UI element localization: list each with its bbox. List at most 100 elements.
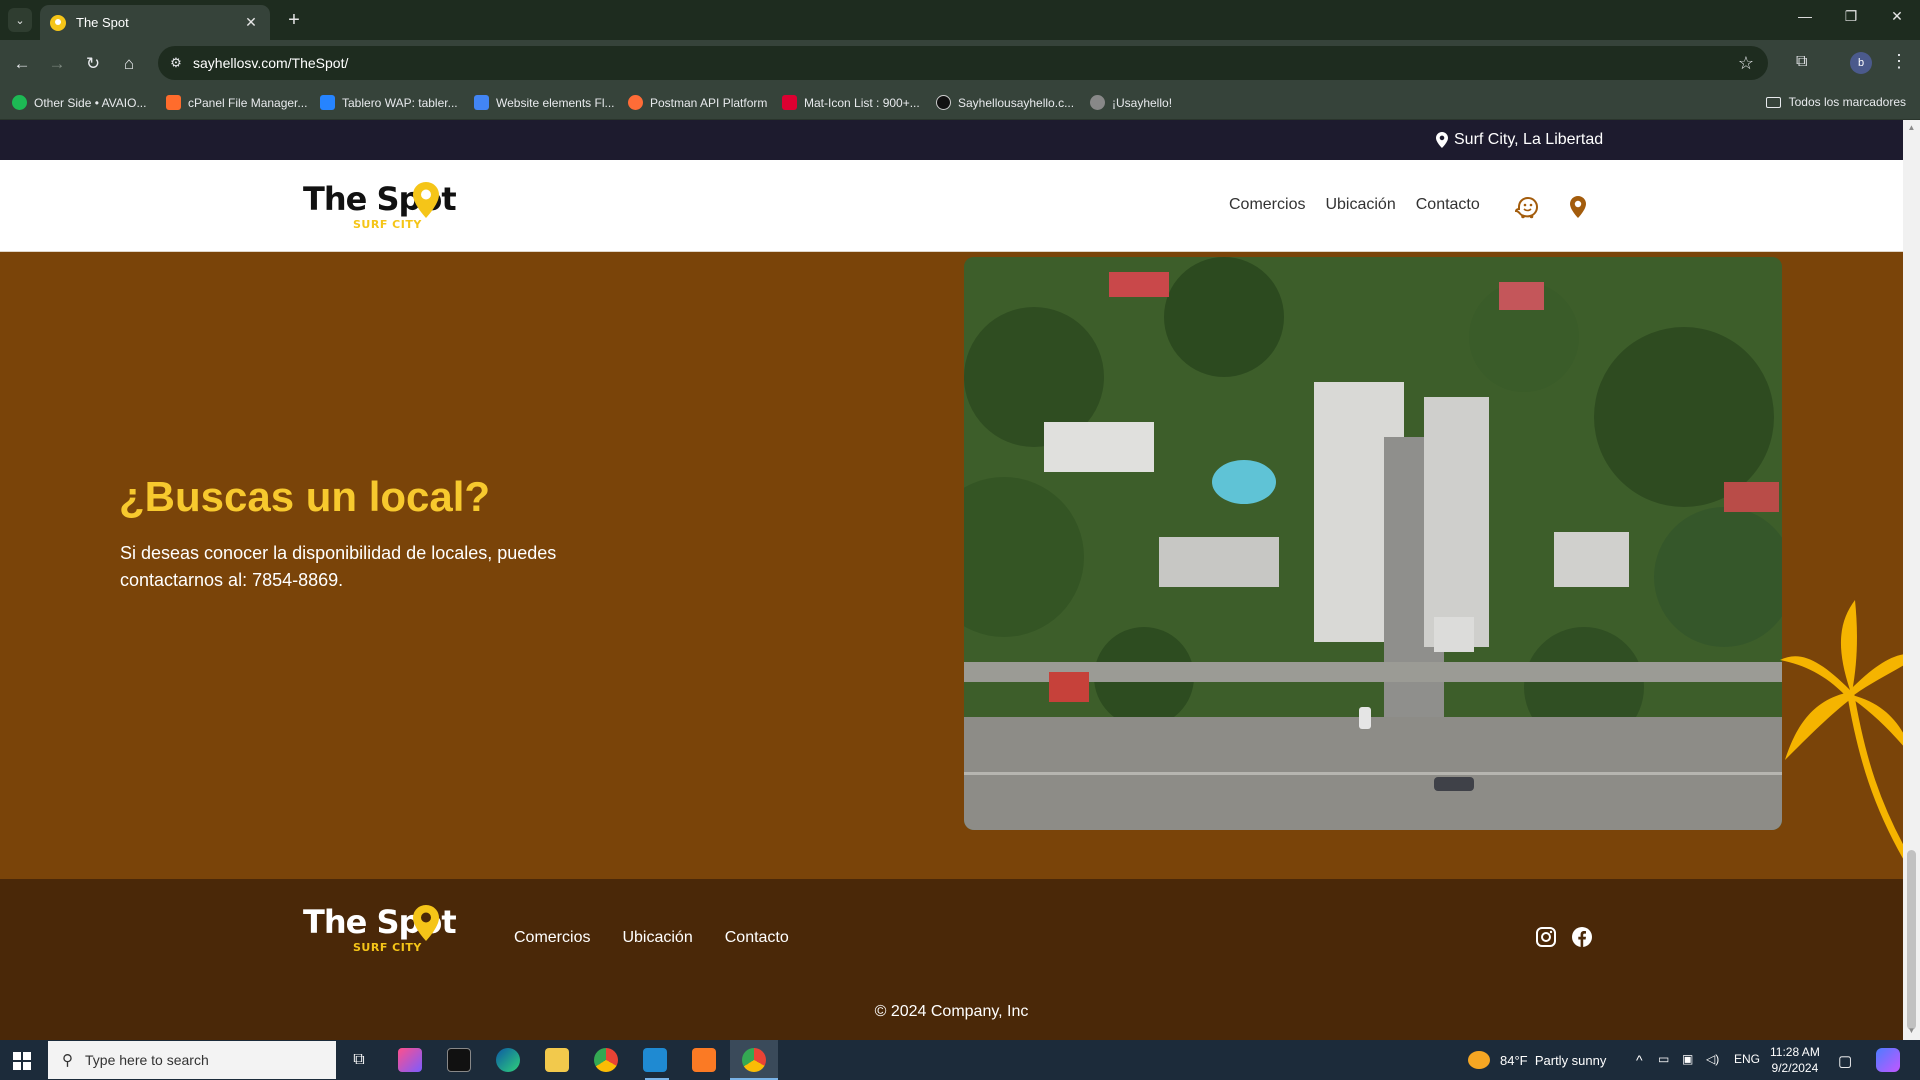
footer-nav-contacto[interactable]: Contacto xyxy=(725,929,789,947)
location-pin-icon[interactable] xyxy=(1565,194,1591,220)
header-nav: Comercios Ubicación Contacto xyxy=(1229,196,1500,214)
spotify-icon xyxy=(12,95,27,110)
taskbar-clock[interactable]: 11:28 AM 9/2/2024 xyxy=(1770,1044,1820,1076)
notifications-icon[interactable]: ▢ xyxy=(1838,1052,1852,1070)
tray-overflow-icon[interactable]: ^ xyxy=(1636,1052,1643,1068)
bookmark-item[interactable]: Tablero WAP: tabler... xyxy=(320,95,458,110)
logo-subtitle: SURF CITY xyxy=(353,218,422,231)
close-window-icon[interactable]: ✕ xyxy=(1882,8,1912,25)
app-icon[interactable] xyxy=(398,1048,422,1072)
bookmark-label: Other Side • AVAIO... xyxy=(34,95,147,110)
topbar-location[interactable]: Surf City, La Libertad xyxy=(1436,131,1603,149)
extensions-icon[interactable]: ⧉ xyxy=(1796,53,1807,71)
map-pin-icon xyxy=(1436,132,1448,148)
sayhello-icon xyxy=(936,95,951,110)
nav-contacto[interactable]: Contacto xyxy=(1416,196,1480,214)
vscode-icon[interactable] xyxy=(643,1048,667,1072)
bookmark-star-icon[interactable]: ☆ xyxy=(1738,53,1754,74)
site-header: The Spot SURF CITY Comercios Ubicación C… xyxy=(0,160,1903,252)
bookmark-item[interactable]: Website elements Fl... xyxy=(474,95,615,110)
scroll-up-icon[interactable]: ▲ xyxy=(1907,123,1916,132)
footer-logo[interactable]: The Spot SURF CITY xyxy=(303,903,463,959)
instagram-icon[interactable] xyxy=(1535,926,1557,948)
reload-icon[interactable]: ↻ xyxy=(81,52,105,76)
bookmark-label: Tablero WAP: tabler... xyxy=(342,95,458,110)
jira-icon xyxy=(320,95,335,110)
browser-menu-icon[interactable]: ⋮ xyxy=(1890,51,1908,72)
aerial-photo-illustration xyxy=(964,257,1782,830)
bookmark-label: ¡Usayhello! xyxy=(1112,95,1173,110)
facebook-icon[interactable] xyxy=(1571,926,1593,948)
task-view-icon[interactable]: ⧉ xyxy=(347,1048,371,1072)
browser-tab-the-spot[interactable]: The Spot ✕ xyxy=(40,5,270,40)
location-topbar: Surf City, La Libertad xyxy=(0,120,1903,160)
pin-favicon-icon xyxy=(50,14,66,31)
back-icon[interactable]: ← xyxy=(10,52,34,76)
search-icon: ⚲ xyxy=(62,1052,73,1069)
restore-icon[interactable]: ❐ xyxy=(1836,8,1866,25)
bookmark-label: Mat-Icon List : 900+... xyxy=(804,95,920,110)
bookmark-label: Website elements Fl... xyxy=(496,95,615,110)
site-info-icon[interactable]: ⚙ xyxy=(168,55,184,71)
weather-temp: 84°F xyxy=(1500,1052,1528,1068)
bookmark-item[interactable]: Postman API Platform xyxy=(628,95,767,110)
weather-text: Partly sunny xyxy=(1534,1052,1607,1068)
address-bar[interactable]: ⚙ sayhellosv.com/TheSpot/ ☆ xyxy=(158,46,1768,80)
new-tab-button[interactable]: + xyxy=(282,8,306,32)
xampp-icon[interactable] xyxy=(692,1048,716,1072)
windows-taskbar: ⚲ Type here to search ⧉ 84°F Partly sunn… xyxy=(0,1040,1920,1080)
topbar-location-text: Surf City, La Libertad xyxy=(1454,131,1604,148)
edge-icon[interactable] xyxy=(496,1048,520,1072)
page-viewport: Surf City, La Libertad The Spot SURF CIT… xyxy=(0,120,1903,1040)
taskbar-search[interactable]: ⚲ Type here to search xyxy=(48,1041,336,1079)
clock-date: 9/2/2024 xyxy=(1771,1061,1819,1075)
site-footer: The Spot SURF CITY Comercios Ubicación C… xyxy=(0,879,1903,1040)
nav-ubicacion[interactable]: Ubicación xyxy=(1325,196,1395,214)
chrome-active-icon[interactable] xyxy=(742,1048,766,1072)
scroll-thumb[interactable] xyxy=(1907,850,1916,1030)
nav-comercios[interactable]: Comercios xyxy=(1229,196,1305,214)
close-tab-icon[interactable]: ✕ xyxy=(242,14,260,31)
url-text: sayhellosv.com/TheSpot/ xyxy=(193,55,349,71)
forward-icon[interactable]: → xyxy=(45,52,69,76)
page-scrollbar[interactable]: ▲ ▼ xyxy=(1903,120,1920,1040)
docs-icon xyxy=(474,95,489,110)
browser-tabbar: ⌄ The Spot ✕ + — ❐ ✕ xyxy=(0,0,1920,40)
scroll-down-icon[interactable]: ▼ xyxy=(1907,1026,1916,1035)
footer-nav-comercios[interactable]: Comercios xyxy=(514,929,590,947)
bookmark-label: cPanel File Manager... xyxy=(188,95,308,110)
capcut-icon[interactable] xyxy=(447,1048,471,1072)
home-icon[interactable]: ⌂ xyxy=(117,52,141,76)
bookmark-item[interactable]: cPanel File Manager... xyxy=(166,95,307,110)
chrome-icon[interactable] xyxy=(594,1048,618,1072)
bookmark-item[interactable]: Sayhellousayhello.c... xyxy=(936,95,1074,110)
globe-icon xyxy=(1090,95,1105,110)
network-icon[interactable]: ▣ xyxy=(1682,1052,1693,1066)
bookmark-item[interactable]: Mat-Icon List : 900+... xyxy=(782,95,920,110)
all-bookmarks-button[interactable]: Todos los marcadores xyxy=(1765,95,1906,109)
all-bookmarks-label: Todos los marcadores xyxy=(1788,95,1906,109)
bookmark-label: Sayhellousayhello.c... xyxy=(958,95,1075,110)
waze-icon[interactable] xyxy=(1514,194,1540,220)
tab-search-button[interactable]: ⌄ xyxy=(8,8,32,32)
hero-text: Si deseas conocer la disponibilidad de l… xyxy=(120,543,557,590)
postman-icon xyxy=(628,95,643,110)
cpanel-icon xyxy=(166,95,181,110)
volume-icon[interactable]: ◁) xyxy=(1706,1052,1719,1066)
language-indicator[interactable]: ENG xyxy=(1734,1052,1760,1066)
copilot-icon[interactable] xyxy=(1876,1048,1900,1072)
site-logo[interactable]: The Spot SURF CITY xyxy=(303,180,463,236)
taskbar-search-placeholder: Type here to search xyxy=(85,1052,209,1068)
windows-start-icon[interactable] xyxy=(13,1052,31,1070)
profile-avatar[interactable]: b xyxy=(1850,52,1872,74)
footer-nav-ubicacion[interactable]: Ubicación xyxy=(622,929,692,947)
file-explorer-icon[interactable] xyxy=(545,1048,569,1072)
palm-tree-icon xyxy=(1780,600,1903,859)
clock-time: 11:28 AM xyxy=(1770,1045,1820,1059)
minimize-icon[interactable]: — xyxy=(1790,8,1820,24)
bookmark-item[interactable]: Other Side • AVAIO... xyxy=(12,95,146,110)
weather-widget[interactable]: 84°F Partly sunny xyxy=(1468,1051,1606,1069)
folder-icon xyxy=(1765,96,1781,108)
meet-icon[interactable]: ▭ xyxy=(1658,1052,1669,1066)
bookmark-item[interactable]: ¡Usayhello! xyxy=(1090,95,1172,110)
